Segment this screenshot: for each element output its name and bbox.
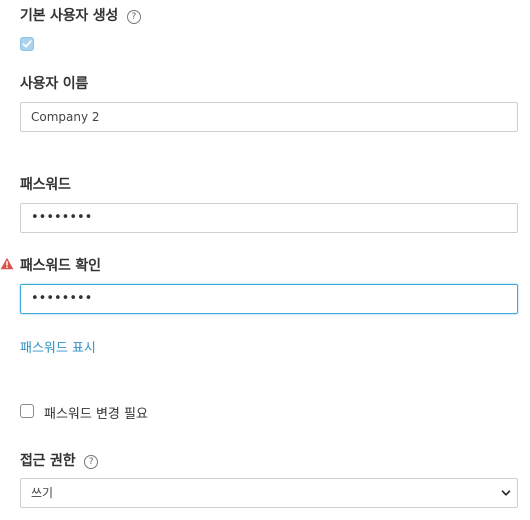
help-icon[interactable]: ? bbox=[126, 10, 141, 24]
require-password-change-label: 패스워드 변경 필요 bbox=[44, 407, 148, 422]
show-password-link[interactable]: 패스워드 표시 bbox=[20, 337, 96, 356]
username-value: Company 2 bbox=[31, 110, 100, 124]
chevron-down-icon bbox=[501, 490, 511, 496]
help-icon[interactable]: ? bbox=[84, 455, 99, 469]
username-input[interactable]: Company 2 bbox=[20, 102, 518, 132]
access-rights-label: 접근 권한 ? bbox=[20, 450, 99, 470]
require-password-change-checkbox[interactable] bbox=[20, 404, 34, 418]
create-default-user-text: 기본 사용자 생성 bbox=[20, 8, 119, 24]
password-label: 패스워드 bbox=[20, 177, 71, 193]
password-confirm-masked-value: •••••••• bbox=[31, 291, 93, 306]
password-input[interactable]: •••••••• bbox=[20, 203, 518, 233]
checkmark-icon bbox=[22, 40, 32, 48]
access-rights-text: 접근 권한 bbox=[20, 453, 76, 469]
create-default-user-label: 기본 사용자 생성 ? bbox=[20, 5, 141, 25]
username-label: 사용자 이름 bbox=[20, 76, 89, 92]
password-masked-value: •••••••• bbox=[31, 210, 93, 225]
password-confirm-input[interactable]: •••••••• bbox=[20, 284, 518, 314]
access-rights-selected: 쓰기 bbox=[31, 486, 54, 500]
access-rights-select[interactable]: 쓰기 bbox=[20, 478, 518, 508]
password-confirm-label: 패스워드 확인 bbox=[20, 258, 101, 274]
warning-icon bbox=[0, 257, 14, 270]
create-default-user-checkbox[interactable] bbox=[20, 37, 34, 51]
